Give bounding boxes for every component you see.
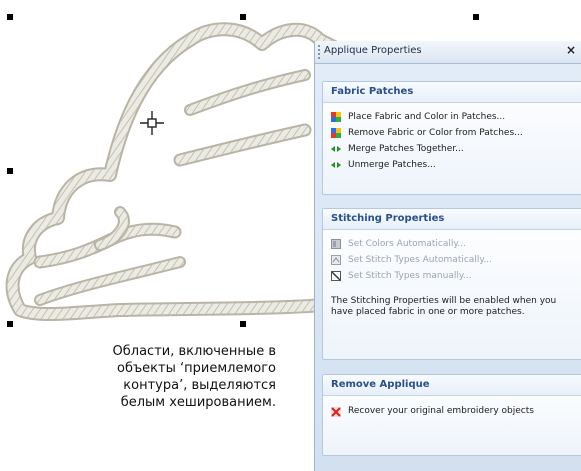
panel-title-bar: Applique Properties × — [315, 41, 581, 64]
unmerge-patches-item[interactable]: Unmerge Patches... — [323, 157, 581, 173]
set-stitch-types-auto-item[interactable]: Set Stitch Types Automatically... — [323, 252, 581, 268]
stitch-types-manual-icon — [331, 271, 341, 281]
color-patch-icon — [331, 128, 341, 138]
hatching-caption: Области, включенные в объекты ‘приемлемо… — [112, 344, 276, 410]
stitching-properties-section: Stitching Properties Set Colors Automati… — [322, 208, 581, 360]
merge-patches-item[interactable]: Merge Patches Together... — [323, 141, 581, 157]
set-colors-icon — [331, 239, 341, 249]
stitching-properties-note: The Stitching Properties will be enabled… — [331, 296, 557, 317]
remove-applique-header[interactable]: Remove Applique — [323, 375, 581, 396]
merge-patches-label: Merge Patches Together... — [348, 144, 464, 154]
recover-objects-label: Recover your original embroidery objects — [348, 406, 534, 416]
selection-handle-middle-left[interactable] — [7, 168, 13, 174]
selection-handle-bottom-center[interactable] — [240, 321, 246, 327]
merge-arrows-icon — [331, 146, 341, 152]
selection-handle-bottom-left[interactable] — [7, 321, 13, 327]
set-stitch-types-manual-item[interactable]: Set Stitch Types manually... — [323, 268, 581, 284]
fabric-patches-header[interactable]: Fabric Patches — [323, 82, 581, 103]
applique-properties-panel: Applique Properties × Fabric Patches Pla… — [314, 41, 581, 471]
panel-title: Applique Properties — [324, 45, 422, 56]
set-colors-item[interactable]: Set Colors Automatically... — [323, 236, 581, 252]
place-fabric-label: Place Fabric and Color in Patches... — [348, 112, 506, 122]
crosshair-cursor-icon — [140, 111, 164, 135]
merge-arrows-icon — [331, 162, 341, 168]
red-x-icon — [331, 407, 341, 417]
unmerge-patches-label: Unmerge Patches... — [348, 160, 436, 170]
remove-applique-section: Remove Applique Recover your original em… — [322, 374, 581, 456]
close-icon[interactable]: × — [566, 43, 576, 57]
fabric-patches-section: Fabric Patches Place Fabric and Color in… — [322, 81, 581, 195]
stitching-properties-header[interactable]: Stitching Properties — [323, 209, 581, 230]
set-stitch-types-auto-label: Set Stitch Types Automatically... — [348, 255, 492, 265]
remove-fabric-label: Remove Fabric or Color from Patches... — [348, 128, 523, 138]
stitch-types-auto-icon — [331, 255, 341, 265]
set-stitch-types-manual-label: Set Stitch Types manually... — [348, 271, 472, 281]
set-colors-label: Set Colors Automatically... — [348, 239, 466, 249]
selection-handle-top-right[interactable] — [473, 14, 479, 20]
color-patch-icon — [331, 112, 341, 122]
applique-outline — [5, 22, 367, 322]
remove-fabric-item[interactable]: Remove Fabric or Color from Patches... — [323, 125, 581, 141]
place-fabric-item[interactable]: Place Fabric and Color in Patches... — [323, 109, 581, 125]
recover-objects-item[interactable]: Recover your original embroidery objects — [323, 404, 581, 417]
drag-grip-icon[interactable] — [318, 45, 322, 59]
selection-handle-top-left[interactable] — [7, 14, 13, 20]
selection-handle-top-center[interactable] — [240, 14, 246, 20]
